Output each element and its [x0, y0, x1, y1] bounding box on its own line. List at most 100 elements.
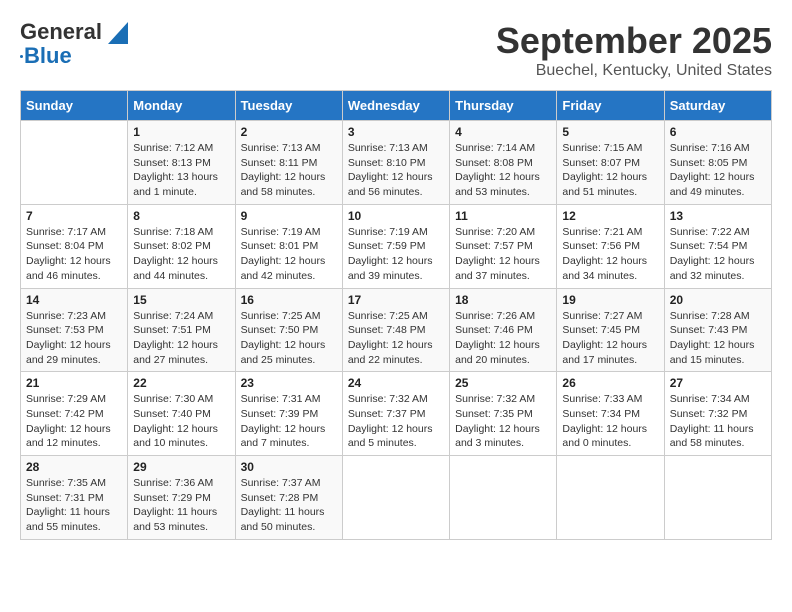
calendar-cell: 25Sunrise: 7:32 AM Sunset: 7:35 PM Dayli…: [450, 372, 557, 456]
calendar-cell: 7 Sunrise: 7:17 AM Sunset: 8:04 PM Daylig…: [21, 204, 128, 288]
day-info: Sunrise: 7:14 AM Sunset: 8:08 PM Dayligh…: [455, 141, 551, 200]
day-number: 5: [562, 125, 658, 139]
day-info: Sunrise: 7:32 AM Sunset: 7:37 PM Dayligh…: [348, 392, 444, 451]
calendar-cell: 10 Sunrise: 7:19 AM Sunset: 7:59 PM Dayli…: [342, 204, 449, 288]
calendar-cell: 29 Sunrise: 7:36 AM Sunset: 7:29 PM Dayli…: [128, 456, 235, 540]
calendar-cell: 17 Sunrise: 7:25 AM Sunset: 7:48 PM Dayli…: [342, 288, 449, 372]
day-info: Sunrise: 7:22 AM Sunset: 7:54 PM Dayligh…: [670, 225, 766, 284]
day-number: 26: [562, 376, 658, 390]
calendar-cell: 23Sunrise: 7:31 AM Sunset: 7:39 PM Dayli…: [235, 372, 342, 456]
day-info: Sunrise: 7:16 AM Sunset: 8:05 PM Dayligh…: [670, 141, 766, 200]
calendar-cell: 9 Sunrise: 7:19 AM Sunset: 8:01 PM Daylig…: [235, 204, 342, 288]
day-number: 18: [455, 293, 551, 307]
day-number: 3: [348, 125, 444, 139]
day-info: Sunrise: 7:20 AM Sunset: 7:57 PM Dayligh…: [455, 225, 551, 284]
calendar-cell: [450, 456, 557, 540]
header-day-saturday: Saturday: [664, 91, 771, 121]
header-day-tuesday: Tuesday: [235, 91, 342, 121]
header-day-sunday: Sunday: [21, 91, 128, 121]
day-number: 29: [133, 460, 229, 474]
day-info: Sunrise: 7:17 AM Sunset: 8:04 PM Dayligh…: [26, 225, 122, 284]
day-number: 17: [348, 293, 444, 307]
calendar-cell: 15 Sunrise: 7:24 AM Sunset: 7:51 PM Dayli…: [128, 288, 235, 372]
day-number: 2: [241, 125, 337, 139]
page-header: General Blue September 2025 Buechel, Ken…: [20, 20, 772, 80]
day-info: Sunrise: 7:29 AM Sunset: 7:42 PM Dayligh…: [26, 392, 122, 451]
calendar-body: 1 Sunrise: 7:12 AM Sunset: 8:13 PM Daylig…: [21, 121, 772, 540]
calendar-cell: [664, 456, 771, 540]
day-info: Sunrise: 7:25 AM Sunset: 7:48 PM Dayligh…: [348, 309, 444, 368]
calendar-cell: 4 Sunrise: 7:14 AM Sunset: 8:08 PM Daylig…: [450, 121, 557, 205]
header-day-friday: Friday: [557, 91, 664, 121]
day-info: Sunrise: 7:25 AM Sunset: 7:50 PM Dayligh…: [241, 309, 337, 368]
calendar-week-2: 7 Sunrise: 7:17 AM Sunset: 8:04 PM Daylig…: [21, 204, 772, 288]
day-info: Sunrise: 7:24 AM Sunset: 7:51 PM Dayligh…: [133, 309, 229, 368]
day-info: Sunrise: 7:13 AM Sunset: 8:10 PM Dayligh…: [348, 141, 444, 200]
day-number: 10: [348, 209, 444, 223]
calendar-cell: 24 Sunrise: 7:32 AM Sunset: 7:37 PM Dayli…: [342, 372, 449, 456]
calendar-cell: 13 Sunrise: 7:22 AM Sunset: 7:54 PM Dayli…: [664, 204, 771, 288]
calendar-cell: 22 Sunrise: 7:30 AM Sunset: 7:40 PM Dayli…: [128, 372, 235, 456]
calendar-cell: [21, 121, 128, 205]
day-number: 23: [241, 376, 337, 390]
day-number: 27: [670, 376, 766, 390]
day-info: Sunrise: 7:34 AM Sunset: 7:32 PM Dayligh…: [670, 392, 766, 451]
day-number: 9: [241, 209, 337, 223]
day-number: 6: [670, 125, 766, 139]
header-day-wednesday: Wednesday: [342, 91, 449, 121]
calendar-cell: 2Sunrise: 7:13 AM Sunset: 8:11 PM Daylig…: [235, 121, 342, 205]
logo-general: General: [20, 19, 102, 44]
calendar-cell: 12 Sunrise: 7:21 AM Sunset: 7:56 PM Dayli…: [557, 204, 664, 288]
logo-triangle-icon: [108, 22, 128, 44]
day-info: Sunrise: 7:32 AM Sunset: 7:35 PM Dayligh…: [455, 392, 551, 451]
day-info: Sunrise: 7:37 AM Sunset: 7:28 PM Dayligh…: [241, 476, 337, 535]
day-info: Sunrise: 7:19 AM Sunset: 7:59 PM Dayligh…: [348, 225, 444, 284]
day-number: 12: [562, 209, 658, 223]
title-section: September 2025 Buechel, Kentucky, United…: [496, 20, 772, 80]
day-info: Sunrise: 7:27 AM Sunset: 7:45 PM Dayligh…: [562, 309, 658, 368]
day-info: Sunrise: 7:33 AM Sunset: 7:34 PM Dayligh…: [562, 392, 658, 451]
day-info: Sunrise: 7:23 AM Sunset: 7:53 PM Dayligh…: [26, 309, 122, 368]
calendar-cell: 21Sunrise: 7:29 AM Sunset: 7:42 PM Dayli…: [21, 372, 128, 456]
calendar-cell: 3 Sunrise: 7:13 AM Sunset: 8:10 PM Daylig…: [342, 121, 449, 205]
logo: General Blue: [20, 20, 128, 68]
calendar-cell: 6 Sunrise: 7:16 AM Sunset: 8:05 PM Daylig…: [664, 121, 771, 205]
calendar-cell: 27 Sunrise: 7:34 AM Sunset: 7:32 PM Dayli…: [664, 372, 771, 456]
calendar-cell: 16 Sunrise: 7:25 AM Sunset: 7:50 PM Dayli…: [235, 288, 342, 372]
page-subtitle: Buechel, Kentucky, United States: [496, 62, 772, 80]
day-number: 15: [133, 293, 229, 307]
day-number: 8: [133, 209, 229, 223]
day-number: 22: [133, 376, 229, 390]
day-info: Sunrise: 7:19 AM Sunset: 8:01 PM Dayligh…: [241, 225, 337, 284]
calendar-week-1: 1 Sunrise: 7:12 AM Sunset: 8:13 PM Daylig…: [21, 121, 772, 205]
calendar-cell: 19Sunrise: 7:27 AM Sunset: 7:45 PM Dayli…: [557, 288, 664, 372]
header-day-thursday: Thursday: [450, 91, 557, 121]
day-number: 1: [133, 125, 229, 139]
day-number: 24: [348, 376, 444, 390]
day-info: Sunrise: 7:21 AM Sunset: 7:56 PM Dayligh…: [562, 225, 658, 284]
calendar-cell: 8 Sunrise: 7:18 AM Sunset: 8:02 PM Daylig…: [128, 204, 235, 288]
day-number: 16: [241, 293, 337, 307]
day-number: 7: [26, 209, 122, 223]
calendar-header-row: SundayMondayTuesdayWednesdayThursdayFrid…: [21, 91, 772, 121]
day-info: Sunrise: 7:30 AM Sunset: 7:40 PM Dayligh…: [133, 392, 229, 451]
day-number: 30: [241, 460, 337, 474]
day-info: Sunrise: 7:15 AM Sunset: 8:07 PM Dayligh…: [562, 141, 658, 200]
day-number: 4: [455, 125, 551, 139]
calendar-cell: 14Sunrise: 7:23 AM Sunset: 7:53 PM Dayli…: [21, 288, 128, 372]
calendar-cell: 20Sunrise: 7:28 AM Sunset: 7:43 PM Dayli…: [664, 288, 771, 372]
calendar-cell: 5 Sunrise: 7:15 AM Sunset: 8:07 PM Daylig…: [557, 121, 664, 205]
day-info: Sunrise: 7:26 AM Sunset: 7:46 PM Dayligh…: [455, 309, 551, 368]
calendar-week-4: 21Sunrise: 7:29 AM Sunset: 7:42 PM Dayli…: [21, 372, 772, 456]
calendar-cell: 1 Sunrise: 7:12 AM Sunset: 8:13 PM Daylig…: [128, 121, 235, 205]
calendar-week-5: 28Sunrise: 7:35 AM Sunset: 7:31 PM Dayli…: [21, 456, 772, 540]
day-number: 13: [670, 209, 766, 223]
day-info: Sunrise: 7:35 AM Sunset: 7:31 PM Dayligh…: [26, 476, 122, 535]
day-info: Sunrise: 7:12 AM Sunset: 8:13 PM Dayligh…: [133, 141, 229, 200]
page-title: September 2025: [496, 20, 772, 62]
day-info: Sunrise: 7:18 AM Sunset: 8:02 PM Dayligh…: [133, 225, 229, 284]
day-info: Sunrise: 7:36 AM Sunset: 7:29 PM Dayligh…: [133, 476, 229, 535]
calendar-week-3: 14Sunrise: 7:23 AM Sunset: 7:53 PM Dayli…: [21, 288, 772, 372]
logo-blue: Blue: [24, 44, 72, 68]
day-number: 20: [670, 293, 766, 307]
